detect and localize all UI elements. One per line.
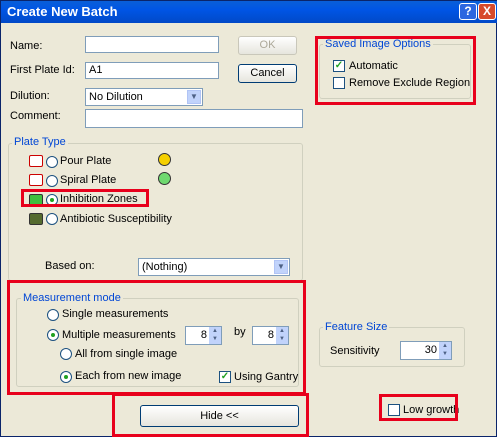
comment-label: Comment: — [10, 110, 61, 122]
pour-plate-label: Pour Plate — [60, 155, 112, 167]
chevron-down-icon[interactable]: ▼ — [274, 260, 288, 274]
plate-type-title: Plate Type — [12, 136, 68, 148]
sensitivity-label: Sensitivity — [330, 345, 380, 357]
spin-arrows-icon[interactable]: ▲ ▼ — [439, 342, 451, 359]
sensitivity-spinner[interactable]: 30 ▲ ▼ — [400, 341, 452, 360]
based-on-label: Based on: — [45, 260, 95, 272]
dilution-value: No Dilution — [89, 91, 143, 103]
antibiotic-radio[interactable] — [46, 213, 58, 225]
antibiotic-label: Antibiotic Susceptibility — [60, 213, 172, 225]
highlight-box — [315, 36, 476, 105]
pour-plate-icon — [29, 155, 43, 167]
close-button[interactable]: X — [478, 3, 496, 20]
first-plate-label: First Plate Id: — [10, 64, 75, 76]
highlight-box — [112, 393, 309, 437]
title-bar: Create New Batch ? X — [1, 1, 497, 23]
based-on-value: (Nothing) — [142, 261, 188, 273]
based-on-select[interactable]: (Nothing) ▼ — [138, 258, 290, 276]
name-field[interactable] — [85, 36, 219, 53]
colony-yellow-icon — [158, 153, 171, 166]
chevron-down-icon[interactable]: ▼ — [187, 90, 201, 104]
sensitivity-value: 30 — [424, 344, 437, 356]
highlight-box — [379, 394, 458, 421]
window-title: Create New Batch — [7, 4, 118, 19]
first-plate-field[interactable]: A1 — [85, 62, 219, 79]
spiral-plate-icon — [29, 174, 43, 186]
feature-size-title: Feature Size — [323, 321, 390, 333]
colony-green-icon — [158, 172, 171, 185]
ok-button[interactable]: OK — [238, 36, 297, 55]
cancel-button[interactable]: Cancel — [238, 64, 297, 83]
help-button[interactable]: ? — [459, 3, 477, 20]
highlight-box — [21, 189, 149, 207]
spiral-plate-radio[interactable] — [46, 175, 58, 187]
dilution-label: Dilution: — [10, 90, 50, 102]
highlight-box — [7, 280, 306, 395]
comment-field[interactable] — [85, 109, 303, 128]
spiral-plate-label: Spiral Plate — [60, 174, 117, 186]
pour-plate-radio[interactable] — [46, 156, 58, 168]
dialog-window: Create New Batch ? X Name: OK First Plat… — [0, 0, 497, 437]
antibiotic-icon — [29, 213, 43, 225]
name-label: Name: — [10, 40, 43, 52]
dilution-select[interactable]: No Dilution ▼ — [85, 88, 203, 106]
